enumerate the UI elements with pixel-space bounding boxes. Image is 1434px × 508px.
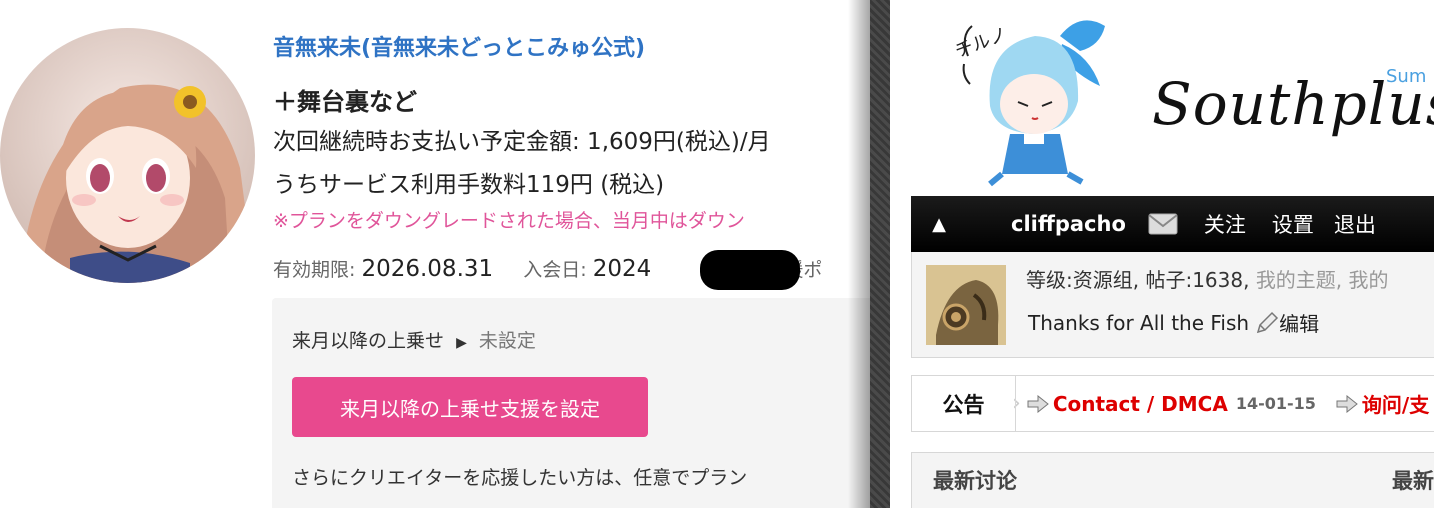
announcement-label-text: 公告: [942, 392, 985, 417]
announcement-item[interactable]: Contact / DMCA 14-01-15: [1027, 392, 1316, 416]
plan-subtitle: ＋舞台裏など: [273, 88, 417, 116]
window-gap-divider: [848, 0, 890, 508]
user-stats: 等级:资源组, 帖子:1638, 我的主题, 我的: [1026, 264, 1389, 293]
set-boost-button[interactable]: 来月以降の上乗せ支援を設定: [292, 377, 648, 437]
plan-title-link[interactable]: 音無来未(音無来未どっとこみゅ公式): [273, 30, 645, 62]
my-more-link[interactable]: 我的: [1349, 268, 1389, 292]
user-signature-row: Thanks for All the Fish 编辑: [1028, 308, 1319, 337]
cirno-mascot-icon[interactable]: チルノ: [950, 6, 1110, 188]
boost-label: 来月以降の上乗せ: [292, 330, 445, 352]
expiry-label: 有効期限:: [273, 259, 356, 281]
my-topics-link[interactable]: 我的主题,: [1256, 268, 1342, 292]
next-payment-amount: 次回継続時お支払い予定金額: 1,609円(税込)/月: [273, 129, 771, 155]
edit-label: 编辑: [1279, 312, 1320, 336]
anime-girl-avatar-image: [0, 28, 255, 283]
announcement-label: 公告: [912, 376, 1016, 431]
logout-link[interactable]: 退出: [1334, 209, 1376, 239]
edit-signature-button[interactable]: 编辑: [1255, 308, 1319, 337]
latest-discussions-title: 最新讨论: [933, 469, 1017, 493]
mail-icon[interactable]: [1148, 213, 1178, 235]
boost-description: さらにクリエイターを応援したい方は、任意でプラン: [292, 467, 748, 489]
downgrade-warning: ※プランをダウングレードされた場合、当月中はダウン: [273, 210, 745, 232]
site-logo-sub: Sum: [1386, 66, 1427, 87]
announcement-item[interactable]: 询问/支: [1336, 389, 1429, 418]
pencil-icon: [1256, 311, 1279, 333]
join-date-value: 2024: [592, 256, 652, 282]
caret-up-icon[interactable]: ▲: [911, 214, 967, 235]
boost-status: 未設定: [478, 330, 536, 352]
forum-navbar: ▲ cliffpacho 关注 设置 退出: [911, 196, 1434, 252]
announcement-link[interactable]: 询问/支: [1362, 389, 1429, 418]
user-info-box: 等级:资源组, 帖子:1638, 我的主题, 我的 Thanks for All…: [911, 252, 1434, 358]
user-avatar[interactable]: [926, 265, 1006, 345]
expiry-value: 2026.08.31: [361, 256, 494, 282]
announcement-link[interactable]: Contact / DMCA: [1053, 392, 1228, 416]
user-stats-text: 等级:资源组, 帖子:1638,: [1026, 268, 1250, 292]
creator-avatar[interactable]: [0, 28, 255, 283]
redaction-mark: [700, 250, 800, 290]
follow-link[interactable]: 关注: [1204, 209, 1246, 239]
latest-column-title: 最新: [1392, 469, 1434, 493]
fanbox-panel: 音無来未(音無来未どっとこみゅ公式) ＋舞台裏など 次回継続時お支払い予定金額:…: [0, 0, 870, 508]
boost-status-row: 来月以降の上乗せ ▶ 未設定: [292, 326, 536, 353]
user-signature: Thanks for All the Fish: [1028, 310, 1250, 335]
latest-discussions-header: 最新讨论 最新: [911, 452, 1434, 508]
forum-panel: チルノ Southplus Sum ▲ cliffpacho 关注 设置 退出: [890, 0, 1434, 508]
caret-right-icon: ▶: [456, 335, 467, 351]
arrow-right-icon: [1336, 394, 1358, 413]
announcement-date: 14-01-15: [1235, 394, 1316, 413]
service-fee-note: うちサービス利用手数料119円 (税込): [273, 172, 665, 198]
join-date-label: 入会日:: [523, 259, 587, 281]
announcement-bar: 公告 › Contact / DMCA 14-01-15 询问/支: [911, 375, 1434, 432]
arrow-right-icon: [1027, 394, 1049, 413]
username-link[interactable]: cliffpacho: [1011, 212, 1126, 236]
settings-link[interactable]: 设置: [1272, 209, 1314, 239]
